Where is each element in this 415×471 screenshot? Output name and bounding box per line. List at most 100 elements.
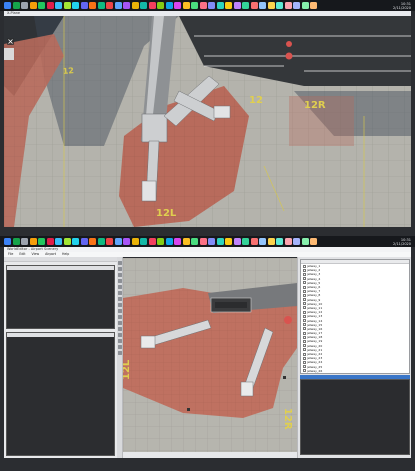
taskbar-app-icon[interactable] bbox=[165, 238, 173, 245]
taskbar-app-icon[interactable] bbox=[293, 2, 300, 9]
taskbar-app-icon[interactable] bbox=[191, 238, 198, 245]
taskbar-app-icon[interactable] bbox=[55, 238, 62, 245]
taskbar-app-icon[interactable] bbox=[225, 2, 232, 9]
visibility-checkbox[interactable] bbox=[303, 264, 306, 268]
layer-hierarchy-list[interactable]: jetway_1 jetway_2 jetway_3 jetway_4 jetway_5… bbox=[300, 259, 410, 374]
forest-tool-icon[interactable] bbox=[117, 327, 122, 331]
visibility-checkbox[interactable] bbox=[303, 285, 306, 289]
visibility-checkbox[interactable] bbox=[303, 293, 306, 297]
visibility-checkbox[interactable] bbox=[303, 281, 306, 285]
taskbar-app-icon[interactable] bbox=[284, 2, 292, 9]
taskbar-app-icon[interactable] bbox=[114, 2, 122, 9]
taskbar-app-icon[interactable] bbox=[174, 238, 181, 245]
taskbar-app-icon[interactable] bbox=[12, 2, 20, 9]
taskbar-app-icon[interactable] bbox=[174, 2, 181, 9]
visibility-checkbox[interactable] bbox=[303, 360, 306, 364]
taskbar-app-icon[interactable] bbox=[63, 2, 71, 9]
taskbar-app-icon[interactable] bbox=[72, 2, 79, 9]
visibility-checkbox[interactable] bbox=[303, 319, 306, 323]
taskbar-app-icon[interactable] bbox=[250, 238, 258, 245]
taskbar-app-icon[interactable] bbox=[199, 238, 207, 245]
select-tool-icon[interactable] bbox=[117, 261, 122, 265]
flight-sim-3d-view[interactable]: 12 12 12L 12R bbox=[4, 16, 411, 227]
window-close-button[interactable] bbox=[7, 38, 14, 45]
object-tool-icon[interactable] bbox=[117, 315, 122, 319]
taskbar-app-icon[interactable] bbox=[106, 2, 113, 9]
taskbar-app-icon[interactable] bbox=[310, 2, 317, 9]
taskbar-app-icon[interactable] bbox=[301, 2, 309, 9]
taskbar-app-icon[interactable] bbox=[38, 2, 45, 9]
taskbar-app-icon[interactable] bbox=[63, 238, 71, 245]
taskbar-app-icon[interactable] bbox=[182, 238, 190, 245]
taskbar-app-icon[interactable] bbox=[72, 238, 79, 245]
taskbar-app-icon[interactable] bbox=[38, 238, 45, 245]
taskbar-app-icon[interactable] bbox=[123, 2, 130, 9]
taskbar-app-icon[interactable] bbox=[55, 2, 62, 9]
taskbar-app-icon[interactable] bbox=[276, 2, 283, 9]
left-pane-bottom[interactable] bbox=[6, 332, 115, 456]
visibility-checkbox[interactable] bbox=[303, 344, 306, 348]
taskbar-app-icon[interactable] bbox=[208, 2, 215, 9]
visibility-checkbox[interactable] bbox=[303, 369, 306, 373]
editor-map-view[interactable]: 12L 12R bbox=[123, 258, 297, 458]
taskbar-app-icon[interactable] bbox=[80, 238, 88, 245]
string-tool-icon[interactable] bbox=[117, 339, 122, 343]
visibility-checkbox[interactable] bbox=[303, 339, 306, 343]
taskbar-app-icon[interactable] bbox=[97, 2, 105, 9]
taskbar-app-icon[interactable] bbox=[157, 2, 164, 9]
taskbar-app-icon[interactable] bbox=[148, 238, 156, 245]
exclusion-tool-icon[interactable] bbox=[117, 351, 122, 355]
taskbar-app-icon[interactable] bbox=[89, 238, 96, 245]
taskbar-app-icon[interactable] bbox=[4, 238, 11, 245]
taskbar-app-icon[interactable] bbox=[233, 2, 241, 9]
taskbar-app-icon[interactable] bbox=[131, 238, 139, 245]
polygon-tool-icon[interactable] bbox=[117, 345, 122, 349]
runway-tool-icon[interactable] bbox=[117, 291, 122, 295]
line-tool-icon[interactable] bbox=[117, 333, 122, 337]
taskbar-app-icon[interactable] bbox=[259, 238, 266, 245]
taskbar-app-icon[interactable] bbox=[182, 2, 190, 9]
taskbar-app-icon[interactable] bbox=[140, 2, 147, 9]
ramp-start-tool-icon[interactable] bbox=[117, 309, 122, 313]
visibility-checkbox[interactable] bbox=[303, 365, 306, 369]
taskbar-app-icon[interactable] bbox=[259, 2, 266, 9]
taskbar-app-icon[interactable] bbox=[165, 2, 173, 9]
vertex-tool-icon[interactable] bbox=[117, 267, 122, 271]
taskbar-app-icon[interactable] bbox=[216, 2, 224, 9]
taskbar-app-icon[interactable] bbox=[148, 2, 156, 9]
visibility-checkbox[interactable] bbox=[303, 331, 306, 335]
taskbar-app-icon[interactable] bbox=[29, 2, 37, 9]
taskbar-app-icon[interactable] bbox=[97, 238, 105, 245]
taskbar-app-icon[interactable] bbox=[242, 2, 249, 9]
visibility-checkbox[interactable] bbox=[303, 298, 306, 302]
visibility-checkbox[interactable] bbox=[303, 348, 306, 352]
taskbar-app-icon[interactable] bbox=[208, 238, 215, 245]
taskbar-app-icon[interactable] bbox=[301, 238, 309, 245]
taskbar-app-icon[interactable] bbox=[4, 2, 11, 9]
taskbar-app-icon[interactable] bbox=[157, 238, 164, 245]
visibility-checkbox[interactable] bbox=[303, 302, 306, 306]
taskbar-app-icon[interactable] bbox=[233, 238, 241, 245]
visibility-checkbox[interactable] bbox=[303, 323, 306, 327]
taskbar-app-icon[interactable] bbox=[267, 238, 275, 245]
visibility-checkbox[interactable] bbox=[303, 306, 306, 310]
taskbar-app-icon[interactable] bbox=[29, 238, 37, 245]
crop-tool-icon[interactable] bbox=[117, 279, 122, 283]
taskbar-app-icon[interactable] bbox=[80, 2, 88, 9]
taskbar-app-icon[interactable] bbox=[140, 238, 147, 245]
taskbar-app-icon[interactable] bbox=[293, 238, 300, 245]
taskbar-app-icon[interactable] bbox=[21, 238, 28, 245]
taskbar-app-icon[interactable] bbox=[106, 238, 113, 245]
light-tool-icon[interactable] bbox=[117, 303, 122, 307]
marquee-tool-icon[interactable] bbox=[117, 273, 122, 277]
taskbar-app-icon[interactable] bbox=[21, 2, 28, 9]
taskbar-app-icon[interactable] bbox=[89, 2, 96, 9]
layer-list-item[interactable]: jetway_26 bbox=[301, 369, 409, 373]
taskbar-app-icon[interactable] bbox=[250, 2, 258, 9]
sign-tool-icon[interactable] bbox=[117, 297, 122, 301]
taskbar-app-icon[interactable] bbox=[46, 2, 54, 9]
taskbar-app-icon[interactable] bbox=[46, 238, 54, 245]
taskbar-app-icon[interactable] bbox=[199, 2, 207, 9]
taskbar-app-icon[interactable] bbox=[242, 238, 249, 245]
visibility-checkbox[interactable] bbox=[303, 310, 306, 314]
